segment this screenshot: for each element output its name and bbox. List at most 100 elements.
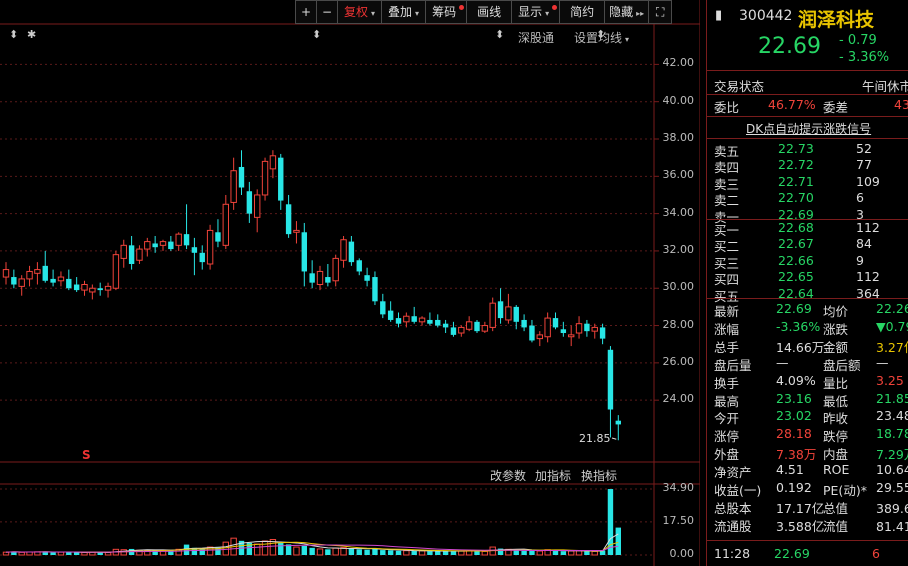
stat-value: 3.588亿 [776, 518, 825, 534]
chevron-down-icon: ▾ [625, 35, 630, 44]
candle-body [97, 288, 103, 291]
candle-body [435, 319, 441, 326]
marker-icon[interactable]: ⬍ [9, 28, 18, 41]
candle-body [238, 166, 245, 188]
candle-body [403, 315, 410, 323]
simple-mode-button[interactable]: 简约 [559, 0, 606, 24]
volume-bar [560, 551, 567, 555]
chart-toolbar: + − 复权 ▾ 叠加 ▾ 筹码 画线 显示 ▾ 简约 隐藏 ▸▸ ⛶ [295, 0, 673, 24]
candle-body [568, 334, 575, 338]
volume-bar [474, 551, 480, 555]
candle-body [536, 334, 543, 340]
ma-settings-button[interactable]: 设置均线 ▾ [574, 29, 629, 46]
candle-body [191, 247, 198, 253]
volume-bar [575, 550, 583, 556]
ask-volume: 109 [856, 173, 880, 189]
stat-value: 23.16 [776, 390, 812, 406]
candle-body [246, 191, 253, 214]
draw-line-button[interactable]: 画线 [466, 0, 513, 24]
candle-body [481, 325, 489, 332]
adjust-dropdown[interactable]: 复权 ▾ [337, 0, 383, 24]
divider [707, 298, 908, 299]
bid-volume: 9 [856, 252, 864, 268]
stat-label: 金额 [823, 339, 849, 355]
candle-body [278, 157, 284, 201]
volume-bar [411, 551, 417, 555]
candle-body [411, 316, 417, 322]
candle-body [175, 233, 182, 246]
tick-volume: 6 [872, 546, 880, 561]
volume-bar [387, 550, 394, 555]
star-marker-icon[interactable]: ✱ [27, 28, 36, 41]
notification-dot-icon [459, 5, 465, 10]
volume-bar [325, 549, 331, 555]
stat-value: 10.64% [876, 462, 908, 478]
stat-value: 0.192 [776, 480, 812, 495]
stat-label: 量比 [823, 375, 849, 391]
volume-bar [521, 550, 527, 555]
overlay-dropdown[interactable]: 叠加 ▾ [381, 0, 427, 24]
marker-icon[interactable]: ⬍ [495, 28, 504, 41]
hide-button[interactable]: 隐藏 ▸▸ [604, 0, 650, 24]
volume-bar [222, 541, 230, 556]
candle-body [81, 284, 88, 291]
stat-value: 17.17亿 [776, 500, 825, 516]
candle-body [325, 277, 331, 283]
candle-body [50, 278, 56, 283]
stat-value: 29.55 [876, 480, 908, 495]
chips-button[interactable]: 筹码 [425, 0, 468, 24]
add-indicator-button[interactable]: 加指标 [535, 467, 571, 484]
ask-volume: 77 [856, 157, 872, 173]
stat-label: 均价 [823, 304, 849, 319]
candle-body [18, 278, 25, 287]
volume-bar [316, 548, 324, 556]
volume-bar [552, 550, 559, 555]
notification-dot-icon [552, 5, 558, 10]
stat-value: -3.36% [776, 318, 821, 334]
settings-icon[interactable]: ▮ [715, 8, 722, 23]
zoom-in-button[interactable]: + [295, 0, 317, 24]
volume-tick-label: 17.50 [662, 513, 695, 527]
volume-bar [481, 550, 489, 556]
stock-name: 润泽科技 [798, 9, 875, 31]
volume-bar [73, 552, 80, 555]
volume-bar [293, 546, 300, 556]
webi-value: 46.77% [768, 97, 816, 112]
candle-body [301, 232, 307, 272]
candle-body [112, 254, 120, 289]
low-price-annotation: 21.85 [579, 432, 611, 445]
dk-signal-link[interactable]: DK点自动提示涨跌信号 [746, 120, 871, 137]
zoom-out-button[interactable]: − [316, 0, 338, 24]
fullscreen-icon[interactable]: ⛶ [648, 0, 673, 24]
ask-volume: 6 [856, 190, 864, 206]
candle-body [544, 317, 551, 338]
candle-body [2, 269, 10, 278]
sell-signal-marker[interactable]: S [82, 448, 91, 462]
candle-body [316, 270, 324, 286]
candle-body [66, 278, 72, 289]
stat-label: 内盘 [823, 447, 849, 463]
price-change-pct: - 3.36% [839, 50, 890, 65]
candle-body [57, 276, 65, 282]
bid-volume: 84 [856, 236, 872, 252]
divider [707, 540, 908, 541]
candle-body [465, 321, 473, 330]
candle-body [584, 323, 590, 332]
sgt-link[interactable]: 深股通 [518, 29, 554, 46]
price-tick-label: 32.00 [662, 242, 695, 256]
volume-bar [442, 551, 449, 555]
switch-indicator-button[interactable]: 换指标 [581, 467, 617, 484]
stat-label: 昨收 [823, 411, 849, 427]
change-params-button[interactable]: 改参数 [490, 467, 526, 484]
stat-label: ROE [823, 462, 850, 478]
stat-value: 21.85 [876, 390, 908, 406]
price-tick-label: 30.00 [662, 280, 695, 294]
display-dropdown[interactable]: 显示 ▾ [511, 0, 561, 24]
candle-body [293, 229, 300, 233]
ask-price: 22.71 [778, 173, 814, 189]
marker-icon[interactable]: ⬍ [312, 28, 321, 41]
stat-value: ▼0.79 [876, 318, 908, 334]
volume-bar [591, 550, 598, 556]
candle-body [615, 420, 621, 425]
price-tick-label: 38.00 [662, 131, 695, 144]
